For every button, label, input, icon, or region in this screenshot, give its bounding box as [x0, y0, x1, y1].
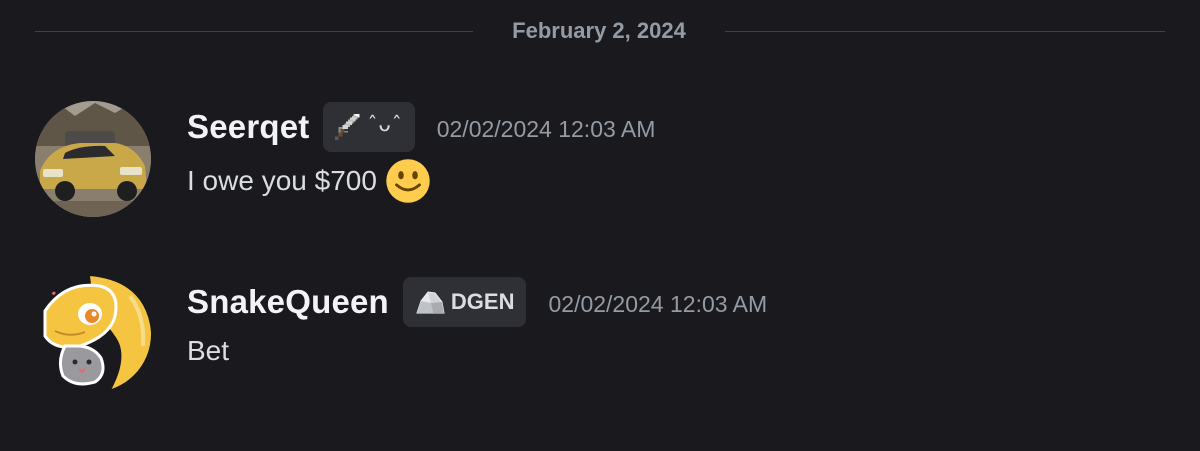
message-text: I owe you $700 — [187, 165, 377, 196]
message-header: SnakeQueen DGEN 02/02/2024 12:03 AM — [187, 277, 767, 327]
yellow-car-avatar-image — [35, 101, 151, 217]
date-divider-label: February 2, 2024 — [512, 18, 686, 43]
divider-line-right — [725, 31, 1165, 32]
message-content: Bet — [187, 335, 229, 367]
slightly-smiling-face-icon[interactable] — [385, 158, 431, 204]
message-text: Bet — [187, 335, 230, 366]
message-item[interactable]: Seerqet ˆᴗˆ 02/02/2024 12:03 AM I owe yo… — [0, 100, 1200, 220]
server-tag[interactable]: DGEN — [402, 277, 527, 327]
timestamp[interactable]: 02/02/2024 12:03 AM — [437, 116, 656, 143]
server-tag-text: DGEN — [450, 289, 515, 314]
message-header: Seerqet ˆᴗˆ 02/02/2024 12:03 AM — [187, 102, 655, 152]
rock-icon — [413, 287, 447, 317]
server-tag[interactable]: ˆᴗˆ — [323, 102, 415, 152]
divider-line-left — [35, 31, 473, 32]
message-item[interactable]: SnakeQueen DGEN 02/02/2024 12:03 AM Bet — [0, 275, 1200, 395]
avatar[interactable] — [35, 101, 151, 217]
date-divider: February 2, 2024 — [35, 15, 1165, 47]
yellow-snake-avatar-image — [35, 276, 151, 392]
message-content: I owe you $700 — [187, 158, 431, 204]
username[interactable]: Seerqet — [187, 108, 309, 146]
server-tag-text: ˆᴗˆ — [367, 112, 403, 136]
sword-icon — [333, 112, 363, 142]
username[interactable]: SnakeQueen — [187, 283, 389, 321]
avatar[interactable] — [35, 276, 151, 392]
timestamp[interactable]: 02/02/2024 12:03 AM — [548, 291, 767, 318]
